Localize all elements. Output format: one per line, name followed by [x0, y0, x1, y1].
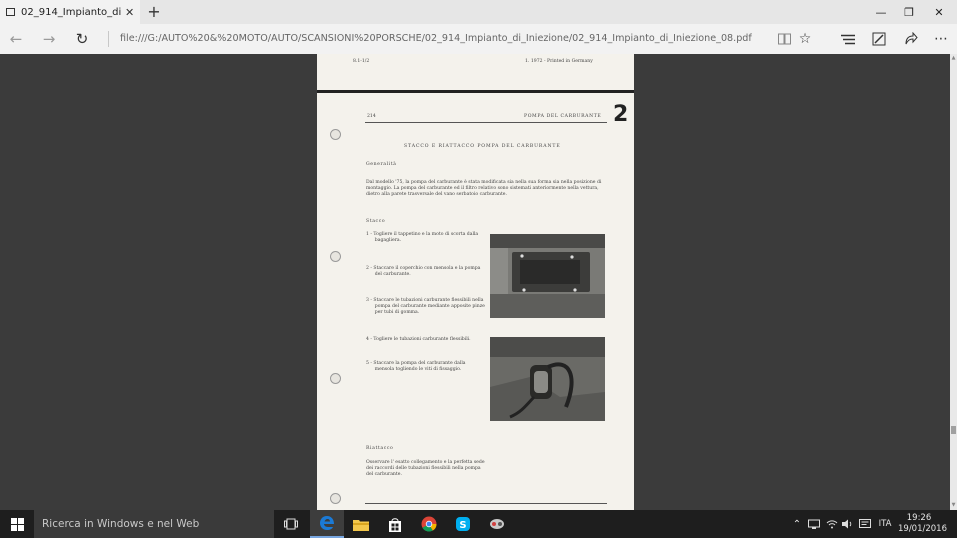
footer-rule — [365, 503, 607, 504]
chrome-icon[interactable] — [412, 510, 446, 538]
svg-text:S: S — [459, 520, 466, 531]
step-3: 3 - Staccare le tubazioni carburante fle… — [366, 298, 485, 315]
page-header-left: 214 — [367, 114, 376, 119]
address-bar[interactable]: file:///G:/AUTO%20&%20MOTO/AUTO/SCANSION… — [120, 24, 752, 54]
pdf-page-previous: 8.1-1/2 1. 1972 - Printed in Germany — [317, 54, 634, 92]
section-refit-heading: Riattacco — [366, 446, 394, 451]
tab-icon — [6, 8, 15, 16]
hub-icon[interactable] — [834, 24, 862, 54]
task-view-icon[interactable] — [274, 510, 308, 538]
navigation-bar: ← → ↻ file:///G:/AUTO%20&%20MOTO/AUTO/SC… — [0, 24, 957, 54]
notifications-icon[interactable] — [857, 510, 873, 538]
tab-close-icon[interactable]: ✕ — [125, 6, 134, 19]
volume-icon[interactable] — [840, 510, 856, 538]
section-general-heading: Generalità — [366, 162, 397, 167]
taskbar: Ricerca in Windows e nel Web S ⌃ ITA 19:… — [0, 510, 957, 538]
language-indicator[interactable]: ITA — [874, 510, 896, 538]
file-explorer-icon[interactable] — [344, 510, 378, 538]
store-icon[interactable] — [378, 510, 412, 538]
step-2: 2 - Staccare il coperchio con mensola e … — [366, 266, 481, 277]
scrollbar-thumb[interactable] — [951, 426, 956, 434]
network-icon[interactable] — [806, 510, 822, 538]
punch-hole — [330, 251, 341, 262]
vertical-scrollbar[interactable]: ▲ ▼ — [950, 54, 957, 510]
edge-icon[interactable] — [310, 510, 344, 538]
scroll-down-icon[interactable]: ▼ — [950, 502, 957, 508]
step-4: 4 - Togliere le tubazioni carburante fle… — [366, 337, 471, 342]
page-number: 2 — [613, 102, 629, 127]
step-1: 1 - Togliere il tappetino e la moto di s… — [366, 232, 479, 243]
punch-hole — [330, 129, 341, 140]
clock-time: 19:26 — [906, 513, 932, 523]
skype-icon[interactable]: S — [446, 510, 480, 538]
pdf-viewer[interactable]: 8.1-1/2 1. 1972 - Printed in Germany 214… — [0, 54, 950, 510]
share-icon[interactable] — [897, 24, 925, 54]
address-separator — [108, 31, 109, 47]
photo-pump-cover — [490, 234, 605, 318]
scroll-up-icon[interactable]: ▲ — [950, 55, 957, 61]
photo-fuel-pump — [490, 337, 605, 421]
back-arrow-icon[interactable]: ← — [0, 24, 32, 54]
more-icon[interactable]: ⋯ — [927, 24, 955, 54]
general-text: Dal modello '75, la pompa del carburante… — [366, 180, 602, 197]
punch-hole — [330, 493, 341, 504]
windows-start-icon[interactable] — [0, 510, 34, 538]
prev-page-footer-left: 8.1-1/2 — [353, 59, 370, 64]
pdf-page-current: 214 POMPA DEL CARBURANTE 2 STACCO E RIAT… — [317, 91, 634, 510]
title-bar: 02_914_Impianto_di_Inie ✕ + — ❐ ✕ — [0, 0, 957, 24]
chevron-up-icon[interactable]: ⌃ — [790, 510, 804, 538]
favorite-star-icon[interactable]: ☆ — [791, 24, 819, 54]
restore-button[interactable]: ❐ — [894, 0, 924, 24]
step-5: 5 - Staccare la pompa del carburante dal… — [366, 361, 466, 372]
web-note-icon[interactable] — [865, 24, 893, 54]
browser-tab[interactable]: 02_914_Impianto_di_Inie ✕ — [0, 0, 140, 24]
clock[interactable]: 19:26 19/01/2016 — [898, 513, 947, 535]
clock-date: 19/01/2016 — [898, 524, 947, 534]
page-header-right: POMPA DEL CARBURANTE — [524, 114, 602, 119]
minimize-button[interactable]: — — [866, 0, 896, 24]
prev-page-footer-right: 1. 1972 - Printed in Germany — [525, 59, 593, 64]
new-tab-button[interactable]: + — [146, 2, 162, 21]
forward-arrow-icon[interactable]: → — [33, 24, 65, 54]
header-rule — [365, 122, 607, 123]
section-removal-heading: Stacco — [366, 219, 386, 224]
refit-text: Osservare l' esatto collegamento e la pe… — [366, 460, 485, 477]
punch-hole — [330, 373, 341, 384]
page-title: STACCO E RIATTACCO POMPA DEL CARBURANTE — [404, 144, 561, 149]
close-window-button[interactable]: ✕ — [924, 0, 954, 24]
tab-title: 02_914_Impianto_di_Inie — [21, 6, 121, 18]
wifi-icon[interactable] — [824, 510, 840, 538]
taskbar-search-box[interactable]: Ricerca in Windows e nel Web — [34, 510, 274, 538]
refresh-icon[interactable]: ↻ — [66, 24, 98, 54]
app-icon[interactable] — [480, 510, 514, 538]
